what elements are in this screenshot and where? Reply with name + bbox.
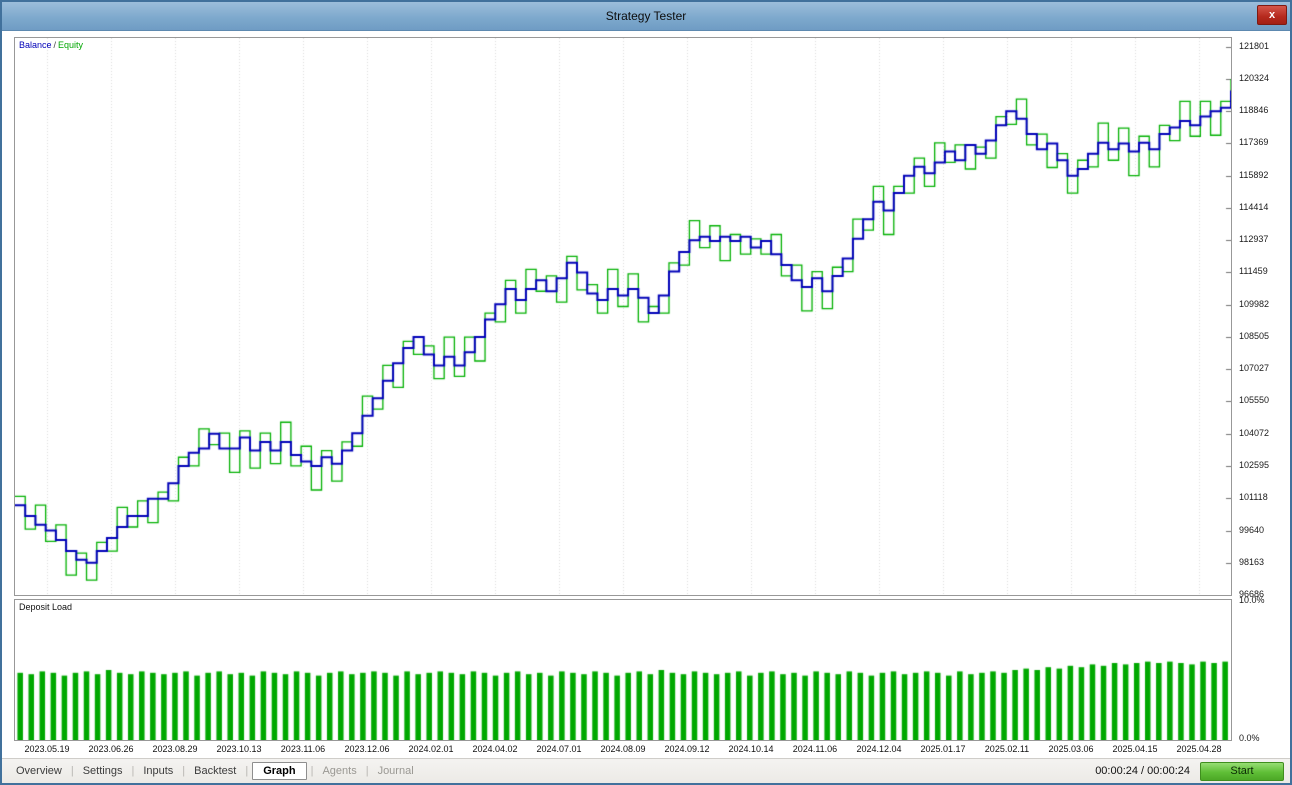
tab-agents[interactable]: Agents bbox=[314, 763, 364, 779]
tab-separator: | bbox=[310, 765, 314, 777]
tab-separator: | bbox=[182, 765, 186, 777]
legend-separator: / bbox=[53, 40, 57, 50]
y-axis-label: 105550 bbox=[1239, 395, 1270, 405]
x-axis-label: 2025.04.28 bbox=[1176, 744, 1222, 754]
y-axis-labels: 121801 120324 118846 117369 115892 114414 1129… bbox=[1235, 37, 1290, 600]
x-axis-label: 2024.11.06 bbox=[792, 744, 838, 754]
y-axis-label: 111459 bbox=[1239, 266, 1268, 276]
y-axis-label: 121801 bbox=[1239, 41, 1270, 51]
elapsed-time-label: 00:00:24 / 00:00:24 bbox=[1095, 765, 1190, 777]
x-axis-label: 2024.07.01 bbox=[536, 744, 582, 754]
x-axis-label: 2025.02.11 bbox=[984, 744, 1030, 754]
y-axis-label: 117369 bbox=[1239, 137, 1269, 147]
tab-separator: | bbox=[365, 765, 369, 777]
balance-equity-chart[interactable]: Balance / Equity bbox=[14, 37, 1232, 596]
tab-backtest[interactable]: Backtest bbox=[186, 763, 244, 779]
deposit-canvas bbox=[15, 600, 1231, 740]
y-axis-label: 99640 bbox=[1239, 525, 1265, 535]
y-axis-label: 102595 bbox=[1239, 460, 1270, 470]
tab-list: Overview | Settings | Inputs | Backtest | Graph |… bbox=[8, 762, 422, 780]
x-axis-label: 2024.04.02 bbox=[472, 744, 518, 754]
tab-graph[interactable]: Graph bbox=[252, 762, 307, 780]
y-axis-label: 107027 bbox=[1239, 363, 1270, 373]
deposit-min-label: 0.0% bbox=[1239, 733, 1260, 743]
x-axis-label: 2024.02.01 bbox=[408, 744, 454, 754]
x-axis-label: 2025.01.17 bbox=[920, 744, 966, 754]
window-title: Strategy Tester bbox=[605, 9, 687, 23]
tab-settings[interactable]: Settings bbox=[75, 763, 131, 779]
y-axis-label: 109982 bbox=[1239, 299, 1270, 309]
tab-separator: | bbox=[70, 765, 74, 777]
x-axis-label: 2023.08.29 bbox=[152, 744, 198, 754]
x-axis-label: 2023.10.13 bbox=[216, 744, 262, 754]
x-axis-label: 2025.03.06 bbox=[1048, 744, 1094, 754]
legend-equity-label: Equity bbox=[58, 40, 84, 50]
tester-tab-bar: Overview | Settings | Inputs | Backtest | Graph |… bbox=[2, 758, 1290, 783]
x-axis-label: 2024.10.14 bbox=[728, 744, 774, 754]
legend-balance-label: Balance bbox=[19, 40, 52, 50]
tab-separator: | bbox=[131, 765, 135, 777]
deposit-load-title: Deposit Load bbox=[19, 602, 73, 612]
x-axis-label: 2024.08.09 bbox=[600, 744, 646, 754]
y-axis-label: 98163 bbox=[1239, 557, 1265, 567]
x-axis-labels: 2023.05.19 2023.06.26 2023.08.29 2023.10.13… bbox=[15, 744, 1231, 756]
deposit-max-label: 10.0% bbox=[1239, 595, 1265, 605]
x-axis-label: 2024.09.12 bbox=[664, 744, 710, 754]
tab-separator: | bbox=[245, 765, 249, 777]
start-button[interactable]: Start bbox=[1200, 761, 1284, 781]
y-axis-label: 114414 bbox=[1239, 202, 1269, 212]
strategy-tester-window: Strategy Tester x Balance / Equity 121801 1… bbox=[0, 0, 1292, 785]
y-axis-label: 101118 bbox=[1239, 492, 1268, 502]
y-axis-label: 112937 bbox=[1239, 234, 1269, 244]
tab-overview[interactable]: Overview bbox=[8, 763, 70, 779]
y-axis-label: 120324 bbox=[1239, 73, 1270, 83]
tab-journal[interactable]: Journal bbox=[370, 763, 422, 779]
x-axis-label: 2023.12.06 bbox=[344, 744, 390, 754]
y-axis-label: 108505 bbox=[1239, 331, 1270, 341]
main-chart-canvas[interactable] bbox=[15, 38, 1231, 595]
y-axis-label: 115892 bbox=[1239, 170, 1269, 180]
deposit-load-chart: Deposit Load bbox=[14, 599, 1232, 741]
tester-content: Balance / Equity 121801 120324 118846 117369 1… bbox=[2, 31, 1290, 783]
y-axis-label: 104072 bbox=[1239, 428, 1270, 438]
tab-inputs[interactable]: Inputs bbox=[135, 763, 181, 779]
titlebar[interactable]: Strategy Tester x bbox=[2, 2, 1290, 31]
x-axis-label: 2023.11.06 bbox=[280, 744, 326, 754]
status-right: 00:00:24 / 00:00:24 Start bbox=[1095, 761, 1284, 781]
x-axis-label: 2023.05.19 bbox=[24, 744, 70, 754]
x-axis-label: 2025.04.15 bbox=[1112, 744, 1158, 754]
x-axis-label: 2023.06.26 bbox=[88, 744, 134, 754]
close-button[interactable]: x bbox=[1257, 5, 1287, 25]
y-axis-label: 118846 bbox=[1239, 105, 1269, 115]
x-axis-label: 2024.12.04 bbox=[856, 744, 902, 754]
chart-legend: Balance / Equity bbox=[19, 40, 83, 50]
